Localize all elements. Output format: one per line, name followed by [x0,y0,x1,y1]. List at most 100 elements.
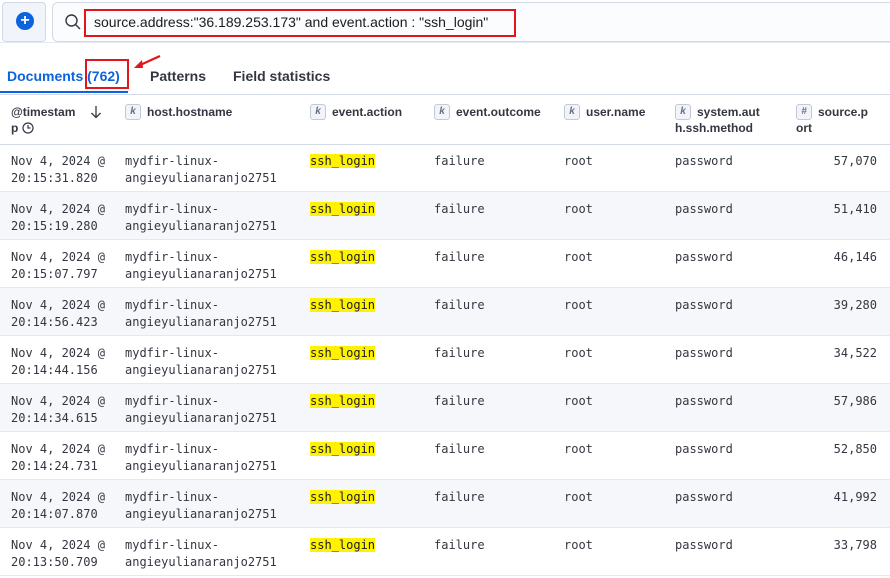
cell-ssh-method: password [675,538,733,552]
cell-event-action: ssh_login [310,489,376,506]
hostname-line: mydfir-linux- [125,538,219,552]
cell-user-name: root [564,202,593,216]
timestamp-time: 20:14:56.423 [11,315,98,329]
column-label: event.action [332,105,403,119]
highlighted-match: ssh_login [310,538,376,552]
timestamp-date: Nov 4, 2024 @ [11,538,105,552]
cell-hostname: mydfir-linux-angieyulianaranjo2751 [125,153,277,187]
timestamp-date: Nov 4, 2024 @ [11,154,105,168]
table-row[interactable]: Nov 4, 2024 @ 20:13:50.709 mydfir-linux-an… [0,528,890,576]
hostname-line: mydfir-linux- [125,250,219,264]
cell-event-action: ssh_login [310,441,376,458]
plus-icon: + [16,12,34,30]
cell-event-action: ssh_login [310,537,376,554]
cell-ssh-method: password [675,154,733,168]
timestamp-time: 20:14:24.731 [11,459,98,473]
cell-ssh-method: password [675,394,733,408]
cell-user-name: root [564,538,593,552]
timestamp-date: Nov 4, 2024 @ [11,250,105,264]
cell-source-port: 57,986 [833,394,877,408]
timestamp-date: Nov 4, 2024 @ [11,442,105,456]
hostname-line: angieyulianaranjo2751 [125,459,277,473]
column-label: source.p [818,105,869,119]
clock-icon [22,122,34,134]
table-row[interactable]: Nov 4, 2024 @ 20:15:07.797 mydfir-linux-an… [0,240,890,288]
highlighted-match: ssh_login [310,154,376,168]
highlighted-match: ssh_login [310,298,376,312]
cell-event-action: ssh_login [310,345,376,362]
column-label: system.aut [697,105,760,119]
cell-event-action: ssh_login [310,249,376,266]
cell-source-port: 46,146 [833,250,877,264]
query-text[interactable]: source.address:"36.189.253.173" and even… [94,14,488,30]
column-label: ort [796,121,812,135]
keyword-field-icon: k [310,104,326,120]
cell-user-name: root [564,346,593,360]
timestamp-date: Nov 4, 2024 @ [11,346,105,360]
column-header-event-action[interactable]: k event.action [310,104,402,120]
cell-hostname: mydfir-linux-angieyulianaranjo2751 [125,201,277,235]
timestamp-date: Nov 4, 2024 @ [11,490,105,504]
timestamp-time: 20:15:31.820 [11,171,98,185]
column-header-event-outcome[interactable]: k event.outcome [434,104,541,120]
table-row[interactable]: Nov 4, 2024 @ 20:14:56.423 mydfir-linux-an… [0,288,890,336]
cell-event-action: ssh_login [310,297,376,314]
cell-source-port: 52,850 [833,442,877,456]
hostname-line: angieyulianaranjo2751 [125,363,277,377]
timestamp-time: 20:14:07.870 [11,507,98,521]
column-label: user.name [586,105,646,119]
cell-user-name: root [564,394,593,408]
column-header-ssh-method[interactable]: k system.aut h.ssh.method [675,104,760,136]
cell-event-outcome: failure [434,490,485,504]
table-row[interactable]: Nov 4, 2024 @ 20:14:24.731 mydfir-linux-an… [0,432,890,480]
cell-event-outcome: failure [434,250,485,264]
cell-event-outcome: failure [434,202,485,216]
column-header-user-name[interactable]: k user.name [564,104,645,120]
cell-user-name: root [564,490,593,504]
cell-ssh-method: password [675,442,733,456]
timestamp-time: 20:15:07.797 [11,267,98,281]
timestamp-time: 20:13:50.709 [11,555,98,569]
column-label: event.outcome [456,105,541,119]
cell-ssh-method: password [675,346,733,360]
keyword-field-icon: k [564,104,580,120]
timestamp-time: 20:14:34.615 [11,411,98,425]
cell-timestamp: Nov 4, 2024 @ 20:14:24.731 [11,441,105,475]
table-row[interactable]: Nov 4, 2024 @ 20:14:07.870 mydfir-linux-an… [0,480,890,528]
table-row[interactable]: Nov 4, 2024 @ 20:14:34.615 mydfir-linux-an… [0,384,890,432]
hostname-line: mydfir-linux- [125,442,219,456]
sort-descending-icon[interactable] [90,105,102,119]
hostname-line: angieyulianaranjo2751 [125,267,277,281]
cell-hostname: mydfir-linux-angieyulianaranjo2751 [125,393,277,427]
cell-event-outcome: failure [434,442,485,456]
cell-timestamp: Nov 4, 2024 @ 20:15:07.797 [11,249,105,283]
column-label: p [11,121,19,135]
column-header-source-port[interactable]: # source.p ort [796,104,868,136]
keyword-field-icon: k [675,104,691,120]
hostname-line: mydfir-linux- [125,154,219,168]
column-header-hostname[interactable]: k host.hostname [125,104,232,120]
add-filter-button[interactable]: + [2,2,46,42]
table-row[interactable]: Nov 4, 2024 @ 20:15:31.820 mydfir-linux-an… [0,144,890,192]
table-row[interactable]: Nov 4, 2024 @ 20:14:44.156 mydfir-linux-an… [0,336,890,384]
cell-hostname: mydfir-linux-angieyulianaranjo2751 [125,249,277,283]
table-row[interactable]: Nov 4, 2024 @ 20:15:19.280 mydfir-linux-an… [0,192,890,240]
cell-ssh-method: password [675,202,733,216]
cell-event-outcome: failure [434,346,485,360]
column-header-timestamp[interactable]: @timestam p [11,104,75,136]
cell-hostname: mydfir-linux-angieyulianaranjo2751 [125,537,277,571]
hostname-line: angieyulianaranjo2751 [125,219,277,233]
annotation-arrow-icon [134,54,161,68]
cell-user-name: root [564,442,593,456]
hostname-line: mydfir-linux- [125,298,219,312]
highlighted-match: ssh_login [310,250,376,264]
search-input[interactable]: source.address:"36.189.253.173" and even… [52,2,890,42]
cell-source-port: 51,410 [833,202,877,216]
cell-timestamp: Nov 4, 2024 @ 20:14:34.615 [11,393,105,427]
cell-hostname: mydfir-linux-angieyulianaranjo2751 [125,489,277,523]
cell-event-outcome: failure [434,298,485,312]
tab-field-statistics[interactable]: Field statistics [233,68,330,84]
cell-user-name: root [564,154,593,168]
timestamp-date: Nov 4, 2024 @ [11,298,105,312]
query-annotation-box: source.address:"36.189.253.173" and even… [84,9,516,37]
